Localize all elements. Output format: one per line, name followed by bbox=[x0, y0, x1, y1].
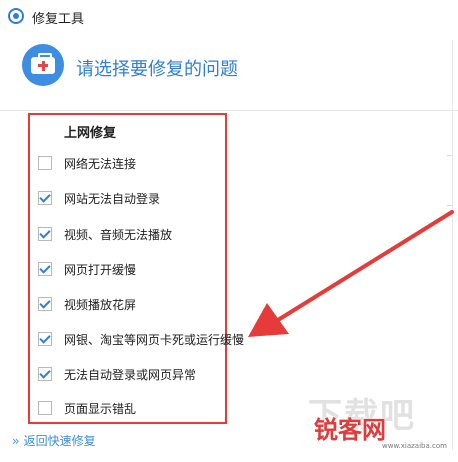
watermark-text: 锐客网 bbox=[314, 416, 386, 444]
watermark: 下载吧 锐客网 www.xiazaiba.com bbox=[300, 386, 455, 461]
watermark-url: www.xiazaiba.com bbox=[382, 442, 447, 450]
